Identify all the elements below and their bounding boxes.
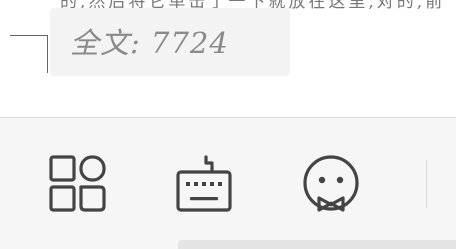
grid-icon xyxy=(49,155,106,212)
app-screen: 的,然后将它单击了一下就放在这里,对的,前 全文: 7724 xyxy=(0,0,456,249)
selection-frame-corner xyxy=(10,35,48,73)
word-count-label: 全文: 7724 xyxy=(70,26,229,60)
toolbar-separator xyxy=(426,160,427,208)
text-editor[interactable]: 的,然后将它单击了一下就放在这里,对的,前 全文: 7724 xyxy=(0,0,456,118)
keyboard-button[interactable] xyxy=(172,152,236,216)
emoji-button[interactable] xyxy=(299,152,363,216)
input-toolbar xyxy=(0,118,456,249)
more-apps-button[interactable] xyxy=(45,152,109,216)
bottom-panel-edge xyxy=(178,240,456,249)
emoji-icon xyxy=(303,155,359,212)
keyboard-icon xyxy=(176,155,232,212)
